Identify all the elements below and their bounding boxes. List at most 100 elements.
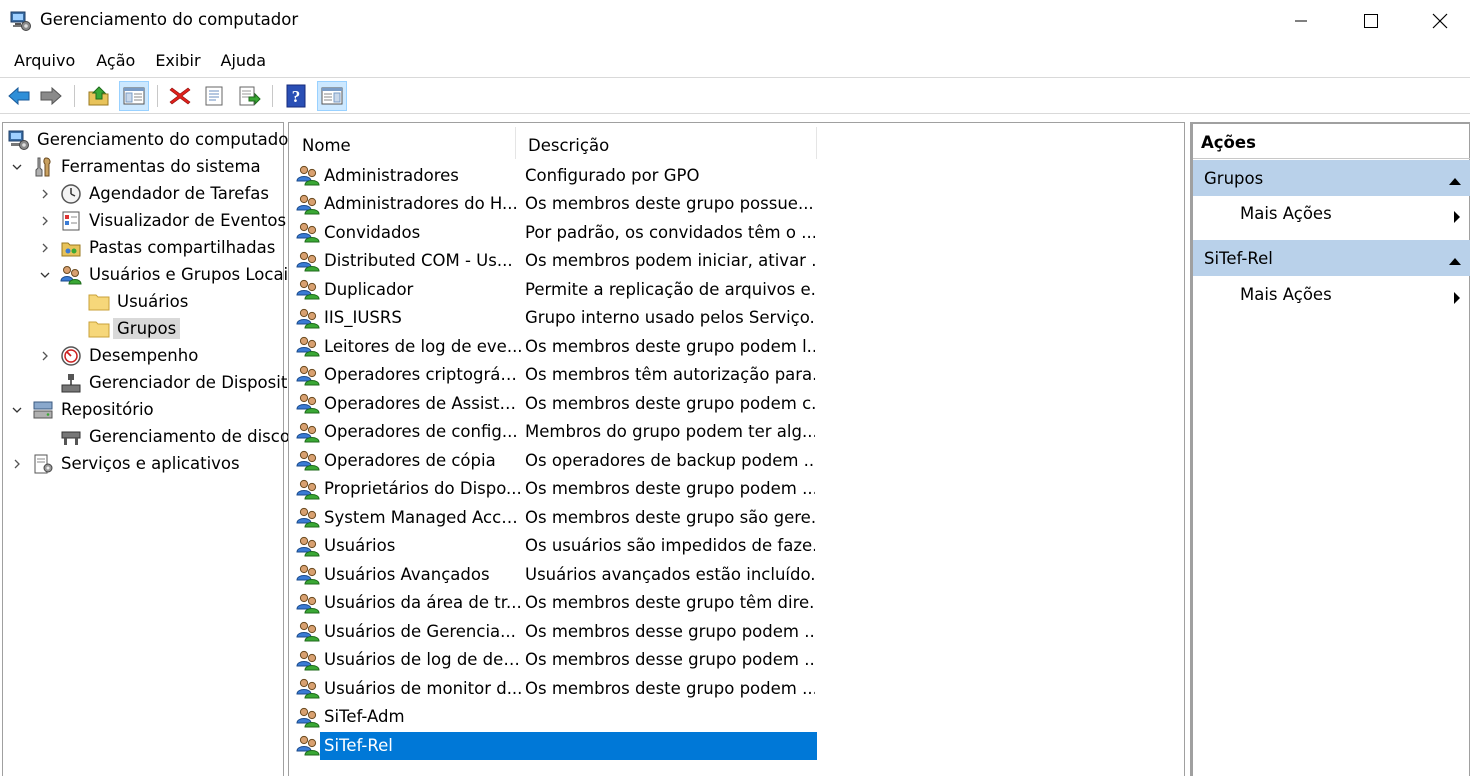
group-description: Permite a replicação de arquivos e... xyxy=(525,279,815,299)
chevron-down-icon[interactable] xyxy=(10,160,24,174)
table-row[interactable]: Operadores criptográfi... Os membros têm … xyxy=(296,361,817,390)
group-name: Operadores criptográfi... xyxy=(324,365,525,385)
collapse-up-icon[interactable] xyxy=(1448,251,1462,270)
table-row[interactable]: Administradores Configurado por GPO xyxy=(296,161,817,190)
column-header-description[interactable]: Descrição xyxy=(516,127,817,159)
chevron-right-icon[interactable] xyxy=(10,457,24,471)
close-icon xyxy=(1432,13,1448,29)
table-row[interactable]: Usuários de monitor d... Os membros deste… xyxy=(296,674,817,703)
actions-title: Ações xyxy=(1193,126,1470,159)
delete-button[interactable] xyxy=(165,81,195,111)
column-header-name[interactable]: Nome xyxy=(290,127,516,159)
group-name: Distributed COM - Us... xyxy=(324,251,513,271)
folder-icon xyxy=(88,291,110,313)
tree-label: Usuários e Grupos Locai xyxy=(89,265,289,284)
group-icon xyxy=(296,478,320,500)
menu-divider xyxy=(0,77,1470,78)
table-row[interactable]: IIS_IUSRS Grupo interno usado pelos Servi… xyxy=(296,304,817,333)
tree-item-services-apps[interactable]: Serviços e aplicativos xyxy=(10,450,240,477)
table-row[interactable]: Convidados Por padrão, os convidados têm … xyxy=(296,218,817,247)
tree-item-performance[interactable]: Desempenho xyxy=(38,342,198,369)
table-row[interactable]: Usuários da área de tr... Os membros dest… xyxy=(296,589,817,618)
collapse-up-icon[interactable] xyxy=(1448,171,1462,190)
disk-management-icon xyxy=(60,426,82,448)
table-row[interactable]: Usuários de Gerencia... Os membros desse … xyxy=(296,617,817,646)
tree-label: Pastas compartilhadas xyxy=(89,238,276,257)
minimize-button[interactable] xyxy=(1266,0,1336,42)
action-more-actions[interactable]: Mais Ações xyxy=(1240,200,1470,230)
show-hide-action-pane-button[interactable] xyxy=(317,81,347,111)
group-name: Usuários de monitor d... xyxy=(324,678,523,698)
table-row[interactable]: Operadores de Assistê... Os membros deste… xyxy=(296,389,817,418)
table-row[interactable]: Usuários Os usuários são impedidos de faz… xyxy=(296,532,817,561)
table-row[interactable]: Distributed COM - Us... Os membros podem … xyxy=(296,247,817,276)
export-list-icon xyxy=(239,86,261,106)
group-name: Operadores de cópia xyxy=(324,450,496,470)
table-row[interactable]: Usuários de log de des... Os membros dess… xyxy=(296,646,817,675)
menu-arquivo[interactable]: Arquivo xyxy=(0,47,86,75)
chevron-down-icon[interactable] xyxy=(38,268,52,282)
table-row[interactable]: Administradores do H... Os membros deste … xyxy=(296,190,817,219)
help-button[interactable]: ? xyxy=(281,81,311,111)
group-icon xyxy=(296,193,320,215)
event-viewer-icon xyxy=(60,210,82,232)
table-row[interactable]: Operadores de cópia Os operadores de back… xyxy=(296,446,817,475)
actions-section-label: SiTef-Rel xyxy=(1204,249,1273,268)
menu-acao[interactable]: Ação xyxy=(86,47,145,75)
table-row[interactable]: SiTef-Adm xyxy=(296,703,817,732)
group-description: Os membros podem iniciar, ativar ... xyxy=(525,251,815,271)
chevron-right-icon[interactable] xyxy=(38,214,52,228)
table-row[interactable]: Leitores de log de eve... Os membros dest… xyxy=(296,332,817,361)
table-row[interactable]: Duplicador Permite a replicação de arquiv… xyxy=(296,275,817,304)
svg-text:?: ? xyxy=(292,87,301,106)
tree-item-groups[interactable]: Grupos xyxy=(88,315,181,342)
table-row[interactable]: Operadores de config... Membros do grupo … xyxy=(296,418,817,447)
tree-item-system-tools[interactable]: Ferramentas do sistema xyxy=(10,153,261,180)
actions-section-groups[interactable]: Grupos xyxy=(1193,160,1470,196)
tree-item-computer-management[interactable]: Gerenciamento do computador xyxy=(8,126,295,153)
chevron-right-icon[interactable] xyxy=(38,241,52,255)
back-button[interactable] xyxy=(4,81,34,111)
tree-item-task-scheduler[interactable]: Agendador de Tarefas xyxy=(38,180,269,207)
menu-bar: Arquivo Ação Exibir Ajuda xyxy=(0,47,276,75)
group-description: Configurado por GPO xyxy=(525,165,700,185)
group-name: Usuários de log de des... xyxy=(324,650,525,670)
actions-section-selected-group[interactable]: SiTef-Rel xyxy=(1193,240,1470,276)
group-name: Operadores de config... xyxy=(324,422,518,442)
show-hide-action-pane-icon xyxy=(321,87,343,105)
menu-exibir[interactable]: Exibir xyxy=(145,47,210,75)
toolbar-separator xyxy=(272,85,273,107)
table-row[interactable]: SiTef-Rel xyxy=(296,731,817,760)
tree-item-local-users-groups[interactable]: Usuários e Grupos Locai xyxy=(38,261,288,288)
chevron-right-icon[interactable] xyxy=(38,349,52,363)
chevron-right-icon[interactable] xyxy=(38,187,52,201)
tree-label: Usuários xyxy=(117,292,189,311)
show-hide-console-tree-button[interactable] xyxy=(119,81,149,111)
maximize-button[interactable] xyxy=(1336,0,1406,42)
close-button[interactable] xyxy=(1405,0,1470,42)
table-row[interactable]: Proprietários do Dispo... Os membros dest… xyxy=(296,475,817,504)
tree-item-device-manager[interactable]: Gerenciador de Disposit xyxy=(60,369,287,396)
tree-item-storage[interactable]: Repositório xyxy=(10,396,154,423)
tree-item-shared-folders[interactable]: Pastas compartilhadas xyxy=(38,234,275,261)
table-row[interactable]: Usuários Avançados Usuários avançados est… xyxy=(296,560,817,589)
group-icon xyxy=(296,335,320,357)
storage-icon xyxy=(32,399,54,421)
properties-button[interactable] xyxy=(199,81,229,111)
maximize-icon xyxy=(1364,14,1378,28)
group-name: Usuários de Gerencia... xyxy=(324,621,516,641)
up-one-level-button[interactable] xyxy=(84,81,114,111)
tree-item-event-viewer[interactable]: Visualizador de Eventos xyxy=(38,207,286,234)
forward-button[interactable] xyxy=(36,81,66,111)
table-row[interactable]: System Managed Acco... Os membros deste g… xyxy=(296,503,817,532)
action-more-actions[interactable]: Mais Ações xyxy=(1240,281,1470,311)
shared-folder-icon xyxy=(60,237,82,259)
menu-ajuda[interactable]: Ajuda xyxy=(211,47,277,75)
tree-item-disk-management[interactable]: Gerenciamento de disco xyxy=(60,423,290,450)
group-description: Os membros têm autorização para... xyxy=(525,365,815,385)
tree-item-users[interactable]: Usuários xyxy=(88,288,188,315)
export-list-button[interactable] xyxy=(234,81,264,111)
group-name: Proprietários do Dispo... xyxy=(324,479,522,499)
chevron-down-icon[interactable] xyxy=(10,403,24,417)
group-icon xyxy=(296,535,320,557)
